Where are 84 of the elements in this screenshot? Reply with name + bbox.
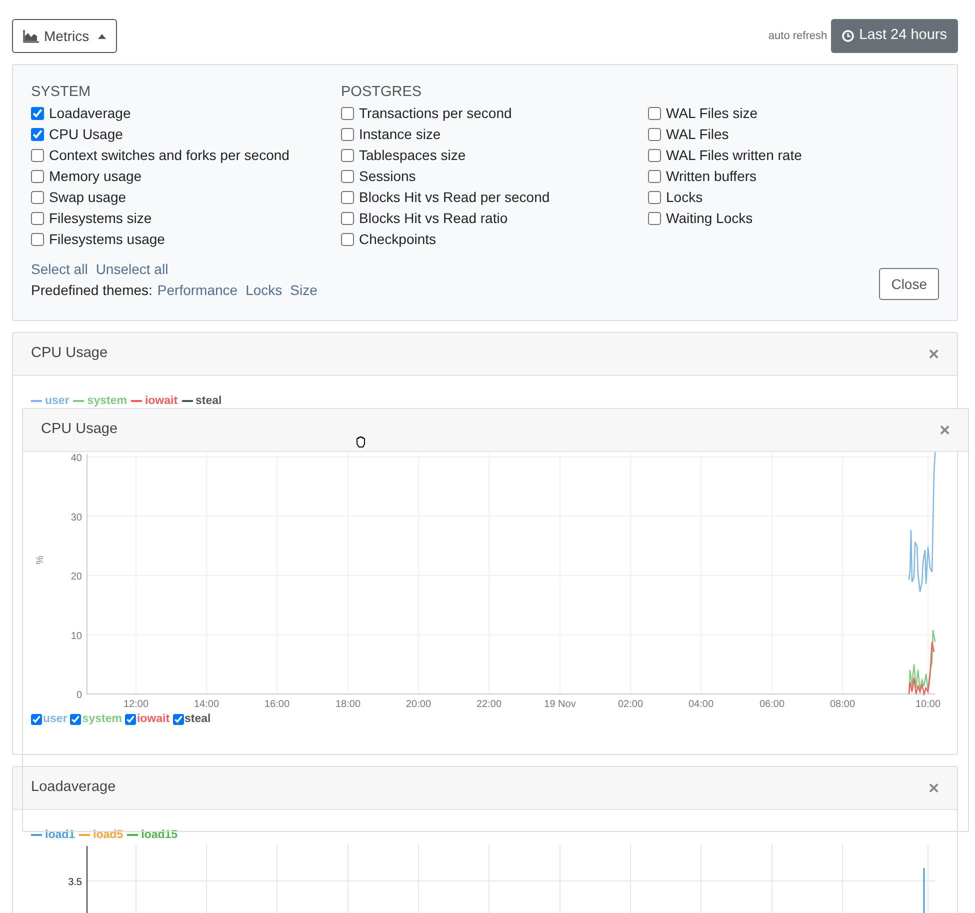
checkbox-label[interactable]: Sessions [359,166,416,187]
checkbox[interactable] [31,128,44,141]
series-line [923,868,925,913]
checkbox-label[interactable]: WAL Files [666,124,729,145]
checkbox-label[interactable]: Swap usage [49,187,126,208]
checkbox-label[interactable]: Transactions per second [359,103,512,124]
x-tick-label: 06:00 [759,699,785,710]
checkbox[interactable] [341,233,354,246]
y-tick-label: 30 [70,512,82,524]
legend-label[interactable]: steal [184,711,211,728]
checkbox[interactable] [31,149,44,162]
group-heading: SYSTEM [31,83,92,102]
metrics-dropdown-button[interactable]: Metrics [12,19,118,53]
checkbox[interactable] [31,191,44,204]
checkbox-label[interactable]: Tablespaces size [359,145,466,166]
y-tick-label: 20 [70,572,82,582]
y-tick-label: 0 [76,690,82,701]
group-heading: POSTGRES [341,83,423,102]
checkbox-label[interactable]: WAL Files written rate [666,145,802,166]
panel-title: CPU Usage [31,344,108,364]
checkbox[interactable] [31,170,44,183]
x-tick-label: 02:00 [618,699,644,710]
legend-checkbox[interactable] [172,714,184,726]
y-tick-label: 3.5 [68,877,82,888]
themes-label: Predefined themes: [31,281,152,300]
checkbox[interactable] [648,191,661,204]
checkbox[interactable] [648,149,661,162]
checkbox-label[interactable]: Waiting Locks [666,208,753,229]
checkbox-label[interactable]: Context switches and forks per second [49,145,290,166]
clock-icon [842,30,854,42]
theme-link[interactable]: Size [290,280,318,301]
checkbox[interactable] [648,128,661,141]
x-tick-label: 04:00 [688,699,714,710]
checkbox-label[interactable]: Checkpoints [359,229,436,250]
x-tick-label: 14:00 [194,699,220,710]
checkbox-label[interactable]: Blocks Hit vs Read per second [359,187,550,208]
panel-title: CPU Usage [41,420,118,440]
checkbox[interactable] [341,128,354,141]
checkbox[interactable] [648,107,661,120]
checkbox-label[interactable]: Instance size [359,124,441,145]
checkbox-label[interactable]: CPU Usage [49,124,123,145]
y-axis-label: % [35,556,46,564]
checkbox[interactable] [31,107,44,120]
legend-checkbox[interactable] [124,714,136,726]
area-chart-icon [23,30,39,42]
checkbox[interactable] [341,191,354,204]
checkbox[interactable] [31,233,44,246]
checkbox[interactable] [648,212,661,225]
checkbox-label[interactable]: Memory usage [49,166,142,187]
checkbox[interactable] [31,212,44,225]
checkbox-label[interactable]: WAL Files size [666,103,758,124]
select-all-link[interactable]: Select all [31,259,88,280]
caret-icon [98,34,106,38]
time-range-button[interactable]: Last 24 hours [831,19,958,53]
legend-checkbox[interactable] [31,714,42,726]
x-tick-label: 12:00 [123,699,149,710]
auto-refresh-label: auto refresh [768,28,828,44]
y-tick-label: 40 [70,453,82,464]
checkbox-label[interactable]: Written buffers [666,166,757,187]
checkbox-label[interactable]: Filesystems size [49,208,152,229]
checkbox[interactable] [648,170,661,183]
checkbox[interactable] [341,170,354,183]
legend-checkbox[interactable] [70,714,82,726]
x-tick-label: 10:00 [915,699,941,710]
x-tick-label: 16:00 [264,699,290,710]
unselect-all-link[interactable]: Unselect all [96,259,168,280]
x-tick-label: 22:00 [476,699,502,710]
close-button[interactable]: Close [879,268,939,300]
x-tick-label: 19 Nov [544,699,576,710]
checkbox-label[interactable]: Blocks Hit vs Read ratio [359,208,508,229]
checkbox[interactable] [341,149,354,162]
x-tick-label: 20:00 [406,699,432,710]
x-tick-label: 18:00 [335,699,361,710]
checkbox-label[interactable]: Filesystems usage [49,229,165,250]
x-tick-label: 08:00 [830,699,856,710]
checkbox-label[interactable]: Loadaverage [49,103,131,124]
checkbox-label[interactable]: Locks [666,187,703,208]
y-tick-label: 10 [70,630,82,642]
checkbox[interactable] [341,107,354,120]
legend-item[interactable]: steal [182,393,222,411]
checkbox[interactable] [341,212,354,225]
theme-link[interactable]: Performance [157,280,238,301]
theme-link[interactable]: Locks [246,280,282,301]
panel-title: Loadaverage [31,778,116,798]
